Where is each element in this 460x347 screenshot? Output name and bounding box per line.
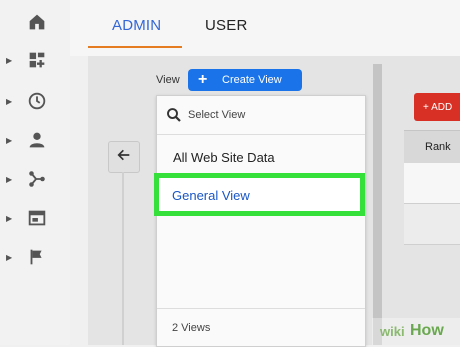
expand-arrow-icon: ▶ (6, 174, 13, 184)
sidebar-item-conversions[interactable]: ▶ (6, 242, 66, 272)
rank-header-label: Rank (425, 141, 451, 153)
expand-arrow-icon: ▶ (6, 252, 13, 262)
views-count: 2 Views (172, 322, 211, 334)
home-icon (26, 11, 48, 33)
tab-bar: ADMIN USER (70, 0, 460, 56)
sidebar-item-customization[interactable]: ▶ (6, 45, 66, 75)
back-button[interactable] (108, 141, 140, 173)
sidebar-item-home[interactable] (6, 7, 66, 37)
expand-arrow-icon: ▶ (6, 213, 13, 223)
sidebar-item-audience[interactable]: ▶ (6, 125, 66, 155)
create-view-button[interactable]: + Create View (188, 69, 302, 91)
divider-line (122, 172, 124, 345)
sidebar-item-acquisition[interactable]: ▶ (6, 164, 66, 194)
window-icon (26, 207, 48, 229)
search-icon (165, 106, 183, 124)
tab-admin[interactable]: ADMIN (112, 17, 161, 34)
sidebar-item-behavior[interactable]: ▶ (6, 203, 66, 233)
tab-user[interactable]: USER (205, 17, 247, 34)
watermark-wiki: wiki (380, 324, 405, 339)
person-icon (26, 129, 48, 151)
add-button[interactable]: + ADD (414, 93, 460, 121)
flag-icon (26, 246, 48, 268)
expand-arrow-icon: ▶ (6, 55, 13, 65)
view-label: View (156, 74, 180, 86)
expand-arrow-icon: ▶ (6, 135, 13, 145)
table-row (404, 204, 460, 245)
add-button-label: + ADD (423, 102, 453, 113)
table-row (404, 163, 460, 204)
sidebar-item-realtime[interactable]: ▶ (6, 86, 66, 116)
clock-icon (26, 90, 48, 112)
view-search[interactable]: Select View (157, 96, 365, 135)
rank-column-header: Rank (404, 130, 460, 164)
arrow-left-icon (116, 147, 132, 168)
views-count-footer: 2 Views (157, 308, 365, 347)
watermark-how: How (410, 322, 444, 339)
view-option-general-view[interactable]: General View (172, 188, 250, 203)
create-view-label: Create View (222, 74, 282, 86)
left-sidebar: ▶ ▶ ▶ ▶ ▶ ▶ (0, 0, 70, 345)
share-nodes-icon (26, 168, 48, 190)
dashboard-add-icon (26, 49, 48, 71)
search-placeholder: Select View (188, 109, 246, 121)
expand-arrow-icon: ▶ (6, 96, 13, 106)
active-tab-indicator (88, 46, 182, 48)
plus-icon: + (198, 71, 208, 88)
view-dropdown: Select View All Web Site Data 2 Views (156, 95, 366, 347)
view-option-all-web-site-data[interactable]: All Web Site Data (173, 150, 275, 165)
scrollbar[interactable] (373, 64, 382, 345)
wikihow-watermark: wiki How (372, 318, 460, 345)
